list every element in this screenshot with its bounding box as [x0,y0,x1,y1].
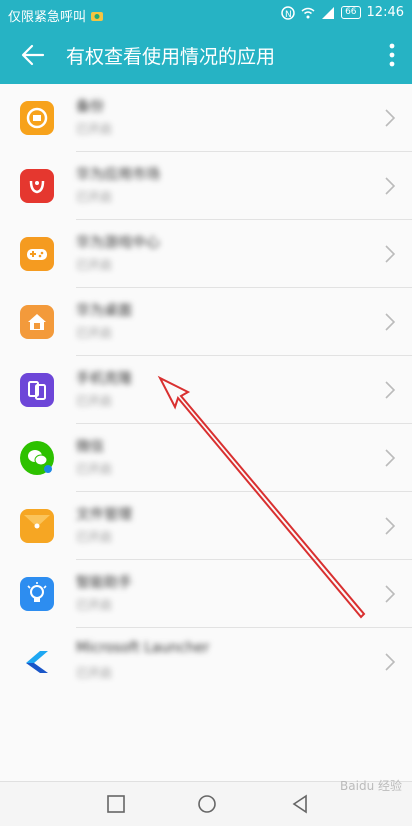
svg-text:N: N [285,10,292,20]
wechat-icon [20,441,54,475]
chevron-right-icon [385,653,396,671]
app-status: 已开启 [76,394,113,408]
app-status: 已开启 [76,190,113,204]
list-item[interactable]: 手机克隆 已开启 [0,356,412,424]
app-name: 智能助手 [76,575,132,591]
app-status: 已开启 [76,530,113,544]
app-bar: 有权查看使用情况的应用 [0,28,412,84]
game-center-icon [20,237,54,271]
app-name: 华为应用市场 [76,167,160,183]
chevron-right-icon [385,517,396,535]
signal-icon [322,6,335,19]
app-status: 已开启 [76,258,113,272]
app-name: 华为桌面 [76,303,132,319]
chevron-right-icon [385,177,396,195]
list-item[interactable]: 智能助手 已开启 [0,560,412,628]
app-name: 微信 [76,439,104,455]
list-item[interactable]: 华为应用市场 已开启 [0,152,412,220]
list-item[interactable]: 华为桌面 已开启 [0,288,412,356]
list-item[interactable]: 华为游戏中心 已开启 [0,220,412,288]
microsoft-launcher-icon [20,645,54,679]
chevron-right-icon [385,245,396,263]
emergency-text: 仅限紧急呼叫 [8,10,87,25]
chevron-right-icon [385,313,396,331]
notification-icon [91,11,104,21]
back-arrow-icon[interactable] [20,42,46,68]
chevron-right-icon [385,381,396,399]
back-triangle-icon[interactable] [290,794,310,814]
list-item[interactable]: 备份 已开启 [0,84,412,152]
status-bar: 仅限紧急呼叫 N 66 12:46 [0,0,412,28]
clock: 12:46 [366,5,404,20]
app-status: 已开启 [76,326,113,340]
app-list: 备份 已开启 华为应用市场 已开启 华为游戏中心 已开启 华为桌面 已开启 手机… [0,84,412,781]
chevron-right-icon [385,109,396,127]
recents-square-icon[interactable] [106,794,126,814]
battery-indicator: 66 [341,6,361,19]
chevron-right-icon [385,449,396,467]
app-status: 已开启 [76,462,113,476]
huawei-appgallery-icon [20,169,54,203]
smart-assistant-icon [20,577,54,611]
list-item[interactable]: 文件管理 已开启 [0,492,412,560]
list-item[interactable]: Microsoft Launcher 已开启 [0,628,412,696]
wifi-icon [301,7,315,18]
backup-app-icon [20,101,54,135]
status-right: N 66 12:46 [281,5,404,20]
app-name: 华为游戏中心 [76,235,160,251]
app-name: 备份 [76,99,104,115]
app-name: Microsoft Launcher [76,640,210,656]
app-name: 文件管理 [76,507,132,523]
nfc-icon: N [281,5,295,20]
list-item[interactable]: 微信 已开启 [0,424,412,492]
page-title: 有权查看使用情况的应用 [66,46,276,68]
app-name: 手机克隆 [76,371,132,387]
app-status: 已开启 [76,122,113,136]
app-status: 已开启 [76,666,113,680]
status-left: 仅限紧急呼叫 [8,6,104,25]
chevron-right-icon [385,585,396,603]
app-status: 已开启 [76,598,113,612]
home-circle-icon[interactable] [197,794,217,814]
file-manager-icon [20,509,54,543]
phone-clone-icon [20,373,54,407]
more-options-icon[interactable] [388,42,396,68]
home-launcher-icon [20,305,54,339]
watermark: Baidu 经验 [340,779,402,793]
